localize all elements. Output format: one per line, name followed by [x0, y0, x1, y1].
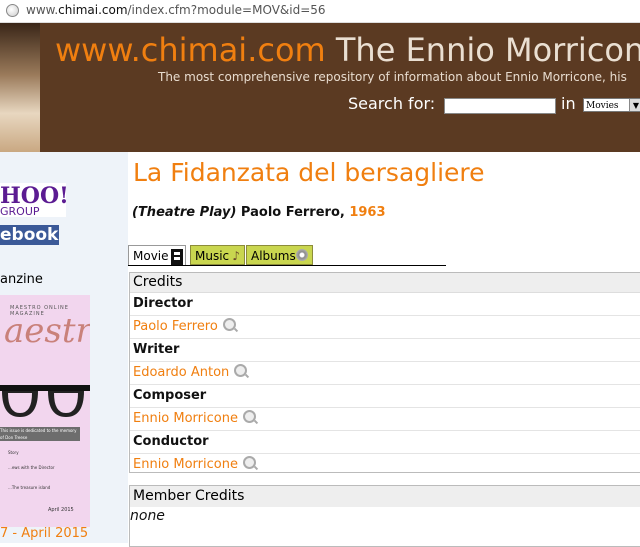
credit-person-row: Ennio Morricone [130, 454, 640, 476]
globe-icon [6, 4, 19, 17]
member-credits-panel: Member Credits none [129, 485, 640, 547]
credit-person-link[interactable]: Ennio Morricone [133, 411, 238, 426]
address-bar[interactable]: www.chimai.com/index.cfm?module=MOV&id=5… [0, 0, 640, 23]
member-credits-header: Member Credits [130, 486, 640, 507]
tab-music[interactable]: Music ♪ [190, 245, 245, 265]
tab-albums[interactable]: Albums [246, 245, 313, 265]
credits-header: Credits [130, 273, 640, 293]
site-header: www.chimai.com The Ennio Morricone The m… [0, 23, 640, 152]
main-content: La Fidanzata del bersagliere (Theatre Pl… [128, 152, 640, 547]
page-title: La Fidanzata del bersagliere [133, 158, 485, 187]
work-info: (Theatre Play) Paolo Ferrero, 1963 [132, 205, 386, 220]
credit-role: Director [130, 293, 640, 316]
chevron-down-icon: ▼ [629, 99, 640, 111]
yahoo-group-link[interactable]: HOO! GROUP [0, 183, 69, 218]
credit-person-link[interactable]: Paolo Ferrero [133, 319, 218, 334]
url-text[interactable]: www.chimai.com/index.cfm?module=MOV&id=5… [26, 3, 326, 17]
yahoo-group-label: GROUP [0, 205, 40, 218]
tab-bar: Movie Music ♪ Albums [128, 245, 448, 266]
glasses-illustration [0, 385, 90, 417]
search-scope-select[interactable]: Movies ▼ [583, 98, 640, 112]
credit-role: Composer [130, 385, 640, 408]
music-note-icon: ♪ [232, 249, 240, 263]
search-in-label: in [561, 94, 576, 113]
site-tagline: The most comprehensive repository of inf… [158, 70, 627, 84]
header-portrait-image [0, 23, 40, 152]
tab-underline [128, 265, 446, 266]
credit-person-row: Edoardo Anton [130, 362, 640, 385]
year-link[interactable]: 1963 [349, 205, 385, 220]
credit-person-link[interactable]: Edoardo Anton [133, 365, 229, 380]
search-icon[interactable] [222, 318, 236, 331]
magazine-issue-link[interactable]: 7 - April 2015 [0, 526, 88, 541]
search-icon[interactable] [242, 456, 256, 469]
site-title[interactable]: www.chimai.com The Ennio Morricone [55, 31, 640, 69]
credits-panel: Credits Director Paolo Ferrero Writer Ed… [129, 272, 640, 473]
credit-role: Writer [130, 339, 640, 362]
credit-person-row: Ennio Morricone [130, 408, 640, 431]
magazine-cover-image[interactable]: MAESTRO ONLINE MAGAZINE aestro This issu… [0, 295, 90, 527]
left-sidebar: HOO! GROUP ebook anzine MAESTRO ONLINE M… [0, 152, 128, 543]
credit-role: Conductor [130, 431, 640, 454]
member-credits-value: none [130, 508, 165, 524]
search-icon[interactable] [234, 364, 248, 377]
credit-person-row: Paolo Ferrero [130, 316, 640, 339]
tab-movie[interactable]: Movie [128, 245, 186, 265]
search-label: Search for: [348, 94, 436, 113]
credit-person-link[interactable]: Ennio Morricone [133, 457, 238, 472]
search-icon[interactable] [242, 410, 256, 423]
facebook-link[interactable]: ebook [0, 225, 59, 245]
film-icon [171, 249, 183, 265]
disc-icon [296, 249, 308, 261]
magazine-label: anzine [0, 272, 43, 287]
search-input[interactable] [444, 98, 556, 114]
